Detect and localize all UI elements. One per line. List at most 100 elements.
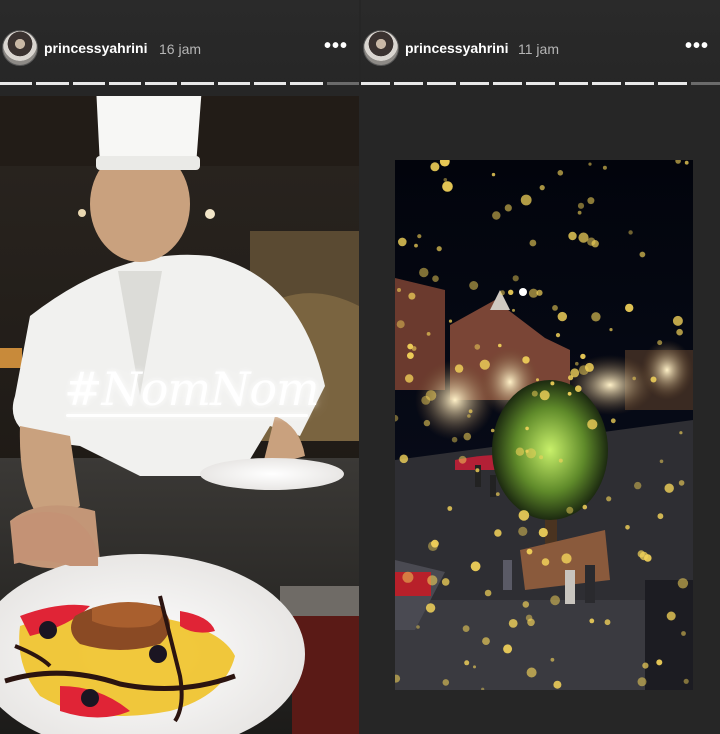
story-header: princessyahrini 16 jam ••• [0,0,359,96]
sparkle [656,659,663,666]
sparkle [552,305,558,311]
sparkle [634,481,642,490]
progress-segment [72,82,105,85]
story-username[interactable]: princessyahrini [405,40,509,56]
sparkle [474,344,481,350]
story-username[interactable]: princessyahrini [44,40,148,56]
sparkle [538,527,548,538]
sparkle [637,677,647,687]
story-header: princessyahrini 11 jam ••• [361,0,720,96]
sparkle [578,365,589,375]
sparkle [518,510,530,521]
sparkle [541,558,550,566]
sparkle [430,162,440,172]
sparkle [591,312,601,322]
sparkle [567,391,572,396]
sparkle [539,185,545,191]
sparkle [582,504,588,510]
sparkle [512,275,519,282]
sparkle [467,414,471,418]
progress-segment [691,82,720,85]
sparkle [427,575,438,586]
more-options-icon[interactable]: ••• [321,34,351,58]
sparkle [419,267,429,278]
sparkle [414,243,418,248]
sparkle [664,483,674,493]
sparkle [512,308,515,312]
progress-segment [254,82,287,85]
sparkle [550,595,560,606]
sparkle [578,232,589,243]
sparkle [628,230,633,235]
story-panel-left[interactable]: princessyahrini 16 jam ••• #NomNom [0,0,359,734]
sparkle [683,678,689,684]
story-timestamp: 11 jam [518,41,559,57]
sparkle [491,172,496,177]
sparkle [642,662,649,669]
sparkle [454,364,464,373]
sparkle [482,637,490,645]
sparkle [432,275,439,282]
sparkle [473,665,476,669]
sparkle [464,660,470,666]
sparkle [575,385,582,392]
sparkle [684,160,689,165]
sparkle [558,458,563,463]
user-avatar[interactable] [363,30,399,66]
sparkle [417,234,422,239]
sparkle [484,589,492,597]
sparkle [469,281,479,290]
story-panel-right[interactable]: princessyahrini 11 jam ••• [361,0,720,734]
progress-segment [0,82,33,85]
sparkle [557,170,564,176]
sparkle [503,644,513,654]
progress-segment [493,82,522,85]
sparkle [609,328,613,332]
sparkle [539,390,550,401]
sparkle [604,619,611,626]
sparkle [528,288,539,298]
user-avatar[interactable] [2,30,38,66]
sparkle [495,492,500,496]
sparkle [557,311,567,322]
story-timestamp: 16 jam [159,41,202,57]
progress-segment [361,82,390,85]
sparkle [681,631,686,636]
sparkle [425,603,436,613]
sparkle [525,614,533,622]
sparkle [520,194,532,206]
city-night-lights-photo [395,160,693,690]
sparkle [577,202,585,209]
sparkle [405,374,414,383]
sparkle [531,390,538,397]
sparkle [490,428,495,433]
sparkle [498,343,502,348]
story-progress-bar [361,82,720,85]
sparkle [398,237,407,247]
sparkle [436,246,442,252]
sparkle [570,368,580,378]
progress-segment [658,82,687,85]
sparkle [657,340,663,346]
progress-segment [592,82,621,85]
sparkle [575,361,579,366]
sticker-underline [66,414,308,417]
sparkle [396,320,405,329]
progress-segment [326,82,359,85]
sparkle [522,601,530,608]
sparkle [568,231,577,241]
sparkle [525,449,529,453]
sparkle [515,447,525,456]
sparkle [462,625,470,632]
sparkle [657,513,664,520]
progress-segment [145,82,178,85]
sparkle [677,578,689,589]
progress-segment [526,82,555,85]
sparkle [639,251,646,258]
sparkle [426,332,431,336]
progress-segment [290,82,323,85]
sparkle [407,352,414,359]
sparkle [672,315,683,326]
more-options-icon[interactable]: ••• [682,34,712,58]
sparkle [407,343,414,350]
